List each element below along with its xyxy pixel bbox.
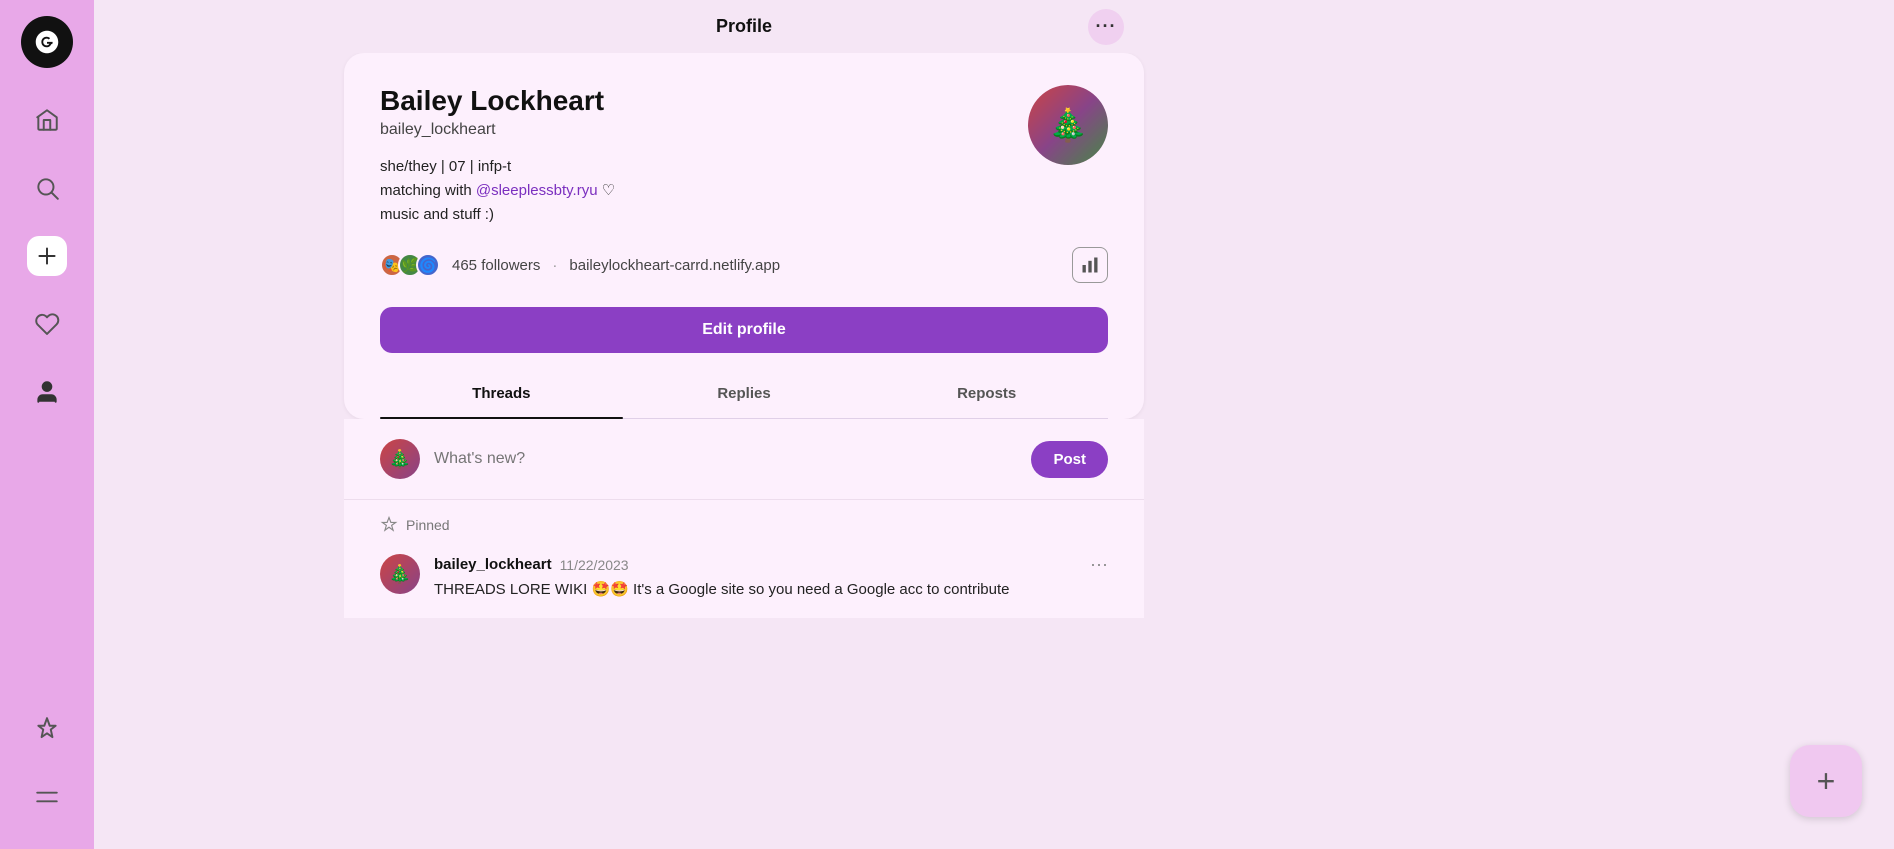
bio-line2: matching with @sleeplessbty.ryu ♡	[380, 179, 1028, 203]
bio-prefix: matching with	[380, 182, 476, 199]
thread-item-more[interactable]: ···	[1090, 554, 1108, 575]
meta-separator: ·	[552, 257, 557, 274]
person-icon	[34, 379, 60, 405]
heart-icon	[34, 311, 60, 337]
tab-reposts[interactable]: Reposts	[865, 369, 1108, 418]
follower-avatar-3: 🌀	[416, 253, 440, 277]
sidebar-item-profile[interactable]	[27, 372, 67, 412]
plus-icon	[34, 243, 60, 269]
profile-website[interactable]: baileylockheart-carrd.netlify.app	[569, 257, 780, 274]
sidebar-item-home[interactable]	[27, 100, 67, 140]
profile-handle: bailey_lockheart	[380, 121, 1028, 139]
thread-item-avatar: 🎄	[380, 554, 420, 594]
new-thread-avatar: 🎄	[380, 439, 420, 479]
profile-tabs: Threads Replies Reposts	[380, 369, 1108, 419]
more-menu-button[interactable]: ···	[1088, 9, 1124, 45]
page-title: Profile	[716, 16, 772, 37]
profile-bio: she/they | 07 | infp-t matching with @sl…	[380, 155, 1028, 227]
thread-item-text: THREADS LORE WIKI 🤩🤩 It's a Google site …	[434, 579, 1108, 602]
sidebar-item-create[interactable]	[27, 236, 67, 276]
post-button[interactable]: Post	[1031, 441, 1108, 478]
bio-suffix: ♡	[598, 182, 616, 199]
stats-button[interactable]	[1072, 247, 1108, 283]
profile-container: Profile ··· Bailey Lockheart bailey_lock…	[344, 0, 1144, 849]
hamburger-icon	[34, 784, 60, 810]
edit-profile-button[interactable]: Edit profile	[380, 307, 1108, 353]
profile-avatar: 🎄	[1028, 85, 1108, 165]
new-thread-row: 🎄 Post	[344, 419, 1144, 500]
threads-logo-icon	[32, 27, 62, 57]
home-icon	[34, 107, 60, 133]
thread-item-meta: bailey_lockheart 11/22/2023 ···	[434, 554, 1108, 575]
thread-item-date: 11/22/2023	[560, 557, 629, 573]
bio-mention[interactable]: @sleeplessbty.ryu	[476, 182, 598, 199]
sidebar-item-pin[interactable]	[27, 709, 67, 749]
pin-icon	[34, 716, 60, 742]
thread-area: 🎄 Post Pinned 🎄 bailey_lockheart	[344, 419, 1144, 618]
thread-item-content: bailey_lockheart 11/22/2023 ··· THREADS …	[434, 554, 1108, 602]
sidebar-item-search[interactable]	[27, 168, 67, 208]
bio-line3: music and stuff :)	[380, 203, 1028, 227]
follower-avatars: 🎭 🌿 🌀	[380, 253, 440, 277]
pinned-section: Pinned	[344, 500, 1144, 554]
pinned-text: Pinned	[406, 517, 450, 533]
pin-star-icon	[380, 516, 398, 534]
right-area	[1394, 0, 1894, 849]
sidebar-bottom	[27, 709, 67, 817]
ellipsis-icon: ···	[1096, 16, 1117, 37]
tab-replies[interactable]: Replies	[623, 369, 866, 418]
bar-chart-icon	[1080, 255, 1100, 275]
profile-card: Bailey Lockheart bailey_lockheart she/th…	[344, 53, 1144, 419]
sidebar-item-activity[interactable]	[27, 304, 67, 344]
profile-info: Bailey Lockheart bailey_lockheart she/th…	[380, 85, 1028, 227]
top-bar: Profile ···	[344, 0, 1144, 53]
bio-line1: she/they | 07 | infp-t	[380, 155, 1028, 179]
app-logo[interactable]	[21, 16, 73, 68]
fab-plus-icon: +	[1817, 763, 1836, 800]
sidebar-nav	[27, 100, 67, 709]
new-thread-input[interactable]	[434, 450, 1017, 468]
main-content: Profile ··· Bailey Lockheart bailey_lock…	[94, 0, 1394, 849]
sidebar	[0, 0, 94, 849]
thread-item: 🎄 bailey_lockheart 11/22/2023 ··· THREAD…	[344, 554, 1144, 618]
floating-add-button[interactable]: +	[1790, 745, 1862, 817]
followers-count[interactable]: 465 followers	[452, 257, 540, 274]
pinned-label: Pinned	[380, 516, 1108, 534]
profile-meta: 🎭 🌿 🌀 465 followers · baileylockheart-ca…	[380, 247, 1108, 283]
sidebar-item-more[interactable]	[27, 777, 67, 817]
profile-name: Bailey Lockheart	[380, 85, 1028, 117]
profile-header: Bailey Lockheart bailey_lockheart she/th…	[380, 85, 1108, 227]
tab-threads[interactable]: Threads	[380, 369, 623, 418]
avatar-image: 🎄	[1028, 85, 1108, 165]
search-icon	[34, 175, 60, 201]
thread-item-username[interactable]: bailey_lockheart	[434, 556, 552, 573]
